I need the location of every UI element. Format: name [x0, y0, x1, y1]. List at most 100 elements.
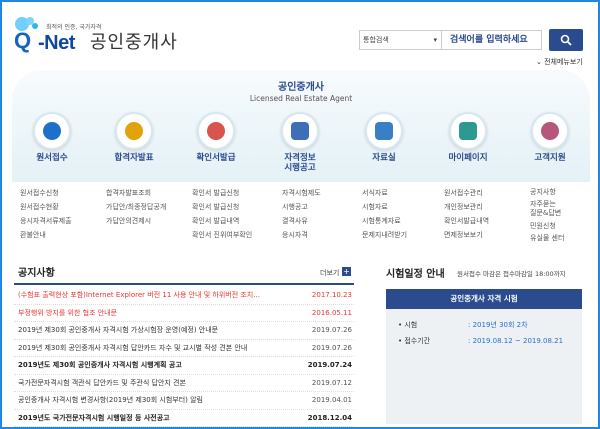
schedule-key: • 시험	[398, 321, 418, 329]
plus-icon[interactable]: +	[342, 267, 351, 276]
menu-label: 합격자발표	[114, 153, 154, 163]
schedule-header: 공인중개사 자격 시험	[386, 289, 582, 309]
menu-support[interactable]: 고객지원	[518, 112, 582, 163]
notice-item-title: 국가전문자격시험 객관식 답안카드 및 주관식 답안지 견본	[18, 378, 186, 387]
submenu-link[interactable]: 면제정보보기	[444, 228, 489, 242]
notice-item-title: 2019년 제30회 공인중개사 자격시험 가상시험장 운영(예정) 안내문	[18, 326, 219, 334]
submenu-link[interactable]: 문제지내려받기	[362, 228, 407, 242]
submenu-link[interactable]: 자격시험제도	[282, 186, 321, 200]
notice-divider	[14, 283, 354, 285]
submenu-link[interactable]: 유실물 센터	[530, 232, 564, 244]
search-scope-select[interactable]: 통합검색 ▾	[359, 30, 442, 50]
notice-item[interactable]: 부정행위 방지를 위한 협조 안내문 2016.05.11	[14, 305, 354, 322]
submenu-link[interactable]: 개인정보관리	[444, 200, 489, 214]
search-input[interactable]: 검색어를 입력하세요	[442, 30, 542, 50]
notice-item-date: 2018.12.04	[307, 413, 352, 422]
chevron-down-icon: ⌄	[536, 58, 542, 66]
notice-item-date: 2019.07.24	[307, 361, 352, 369]
submenu-link[interactable]: 시험자료	[362, 200, 407, 214]
search-area: 통합검색 ▾ 검색어를 입력하세요	[359, 29, 585, 51]
menu-mypage[interactable]: 마이페이지	[436, 112, 500, 163]
apply-circle	[33, 112, 71, 150]
id-card-icon	[291, 122, 309, 140]
banner-subtitle: Licensed Real Estate Agent	[249, 94, 353, 103]
submenu-link[interactable]: 공지사항	[530, 186, 564, 198]
schedule-row: • 시험 : 2019년 30회 2차	[386, 317, 582, 333]
notice-item-date: 2017.10.23	[311, 291, 352, 299]
submenu-mypage: 원서접수관리 개인정보관리 확인서발급내역 면제정보보기	[444, 186, 489, 242]
submenu-resources: 서식자료 시험자료 시험통계자료 문제지내려받기	[362, 186, 407, 242]
menu-label: 고객지원	[534, 153, 566, 163]
submenu-apply: 원서접수신청 원서접수현황 응시자격서류제출 환불안내	[20, 186, 72, 242]
results-circle	[115, 112, 153, 150]
chevron-down-icon: ▾	[433, 36, 437, 44]
resources-circle	[365, 112, 403, 150]
submenu-support: 공지사항 자주묻는 질문&답변 민원신청 유실물 센터	[530, 186, 564, 244]
notice-item[interactable]: 2019년 제30회 공인중개사 자격시험 가상시험장 운영(예정) 안내문 20…	[14, 322, 354, 340]
submenu-link[interactable]: 서식자료	[362, 186, 407, 200]
notice-item[interactable]: 2019년도 국가전문자격시험 시행일정 등 사전공고 2018.12.04	[14, 410, 354, 427]
schedule-key-label: 시험	[404, 321, 418, 329]
search-button[interactable]	[549, 29, 583, 51]
notice-item[interactable]: (수험표 출력현상 포함)Internet Explorer 버전 11 사용 …	[14, 287, 354, 305]
submenu-link[interactable]: 가답안의견제시	[106, 214, 166, 228]
menu-certificate[interactable]: 확인서발급	[184, 112, 248, 163]
submenu-link[interactable]: 확인서 발급내역	[192, 214, 252, 228]
search-scope-value: 통합검색	[363, 36, 389, 44]
notice-list: (수험표 출력현상 포함)Internet Explorer 버전 11 사용 …	[14, 287, 354, 427]
notice-item-title: (수험표 출력현상 포함)Internet Explorer 버전 11 사용 …	[18, 291, 260, 299]
submenu-link[interactable]: 시행공고	[282, 200, 321, 214]
menu-resources[interactable]: 자료실	[352, 112, 416, 163]
notice-item-date: 2019.07.12	[311, 378, 352, 387]
handshake-icon	[541, 122, 559, 140]
submenu-link[interactable]: 환불안내	[20, 228, 72, 242]
menu-info[interactable]: 자격정보 시행공고	[268, 112, 332, 173]
submenu-link[interactable]: 원서접수신청	[20, 186, 72, 200]
submenu-results: 합격자발표조회 가답안/최종정답공개 가답안의견제시	[106, 186, 166, 228]
submenu-certificate: 확인서 발급신청 확인서 발급신청 확인서 발급내역 확인서 진위여부확인	[192, 186, 252, 242]
menu-label: 자료실	[372, 153, 396, 163]
schedule-value-text: 2019년 30회 2차	[472, 321, 528, 329]
menu-apply[interactable]: 원서접수	[20, 112, 84, 163]
notice-item-date: 2019.07.26	[311, 343, 352, 352]
submenu-link[interactable]: 응시자격서류제출	[20, 214, 72, 228]
main-menu-banner: 공인중개사 Licensed Real Estate Agent 원서접수 합격…	[12, 70, 590, 182]
sitemap-label: 전체메뉴보기	[544, 58, 583, 66]
menu-results[interactable]: 합격자발표	[102, 112, 166, 163]
submenu-info: 자격시험제도 시행공고 결격사유 응시자격	[282, 186, 321, 242]
megaphone-icon	[125, 122, 143, 140]
schedule-value: : 2019.08.12 ~ 2019.08.21	[468, 337, 564, 345]
submenu-link[interactable]: 시험통계자료	[362, 214, 407, 228]
logo-q: Q	[14, 28, 32, 53]
notice-item-date: 2016.05.11	[311, 308, 352, 317]
logo-net: -Net	[38, 32, 75, 54]
submenu-link[interactable]: 자주묻는 질문&답변	[530, 200, 564, 218]
document-icon	[43, 122, 61, 140]
schedule-title: 시험일정 안내	[386, 269, 445, 280]
submenu-link[interactable]: 합격자발표조회	[106, 186, 166, 200]
notice-more-link[interactable]: 더보기	[320, 268, 339, 278]
notice-item[interactable]: 2019년도 제30회 공인중개사 자격시험 시행계획 공고 2019.07.24	[14, 357, 354, 375]
submenu-link[interactable]: 결격사유	[282, 214, 321, 228]
notice-item[interactable]: 2019년 제30회 공인중개사 자격시험 답안카드 자수 및 교시별 작성 견…	[14, 340, 354, 357]
submenu-link[interactable]: 민원신청	[530, 220, 564, 232]
submenu-link[interactable]: 확인서 발급신청	[192, 200, 252, 214]
notice-item[interactable]: 국가전문자격시험 객관식 답안카드 및 주관식 답안지 견본 2019.07.12	[14, 375, 354, 392]
submenu-link[interactable]: 원서접수현황	[20, 200, 72, 214]
submenu-link[interactable]: 확인서 발급신청	[192, 186, 252, 200]
submenu-link[interactable]: 응시자격	[282, 228, 321, 242]
submenu-link[interactable]: 확인서발급내역	[444, 214, 489, 228]
sitemap-link[interactable]: ⌄ 전체메뉴보기	[536, 57, 583, 67]
notice-item[interactable]: 공인중개사 자격시험 변경사항(2019년 제30회 시험부터) 알림 2019.…	[14, 392, 354, 410]
search-icon	[560, 34, 572, 46]
submenu-link[interactable]: 원서접수관리	[444, 186, 489, 200]
notice-item-date: 2019.04.01	[311, 396, 352, 404]
notice-item-title: 2019년도 국가전문자격시험 시행일정 등 사전공고	[18, 413, 170, 422]
folder-icon	[375, 122, 393, 140]
submenu-link[interactable]: 확인서 진위여부확인	[192, 228, 252, 242]
submenu-link[interactable]: 가답안/최종정답공개	[106, 200, 166, 214]
menu-label: 확인서발급	[196, 153, 236, 163]
printer-icon	[207, 122, 225, 140]
page-frame: 최적의 인증, 국가자격 Q -Net 공인중개사 통합검색 ▾ 검색어를 입력…	[0, 0, 600, 429]
schedule-value: : 2019년 30회 2차	[468, 321, 528, 329]
